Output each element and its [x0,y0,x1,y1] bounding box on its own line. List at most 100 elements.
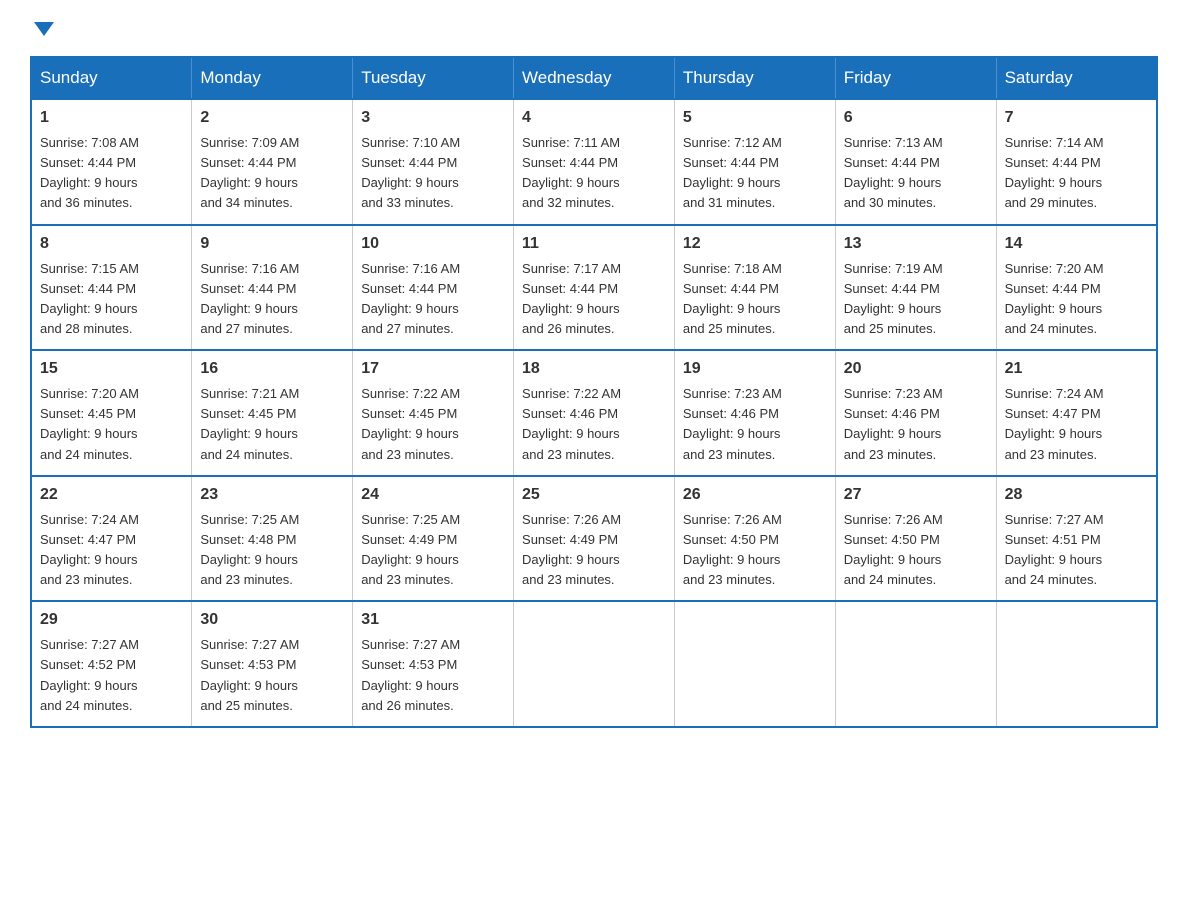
day-number: 13 [844,232,988,256]
day-number: 12 [683,232,827,256]
page-header [30,20,1158,36]
calendar-cell: 21 Sunrise: 7:24 AMSunset: 4:47 PMDayligh… [996,350,1157,476]
day-info: Sunrise: 7:23 AMSunset: 4:46 PMDaylight:… [844,384,988,465]
calendar-week-row: 22 Sunrise: 7:24 AMSunset: 4:47 PMDayligh… [31,476,1157,602]
calendar-cell: 5 Sunrise: 7:12 AMSunset: 4:44 PMDaylight… [674,99,835,225]
day-info: Sunrise: 7:26 AMSunset: 4:49 PMDaylight:… [522,510,666,591]
day-info: Sunrise: 7:24 AMSunset: 4:47 PMDaylight:… [40,510,183,591]
calendar-cell: 14 Sunrise: 7:20 AMSunset: 4:44 PMDayligh… [996,225,1157,351]
calendar-cell: 20 Sunrise: 7:23 AMSunset: 4:46 PMDayligh… [835,350,996,476]
day-number: 22 [40,483,183,507]
calendar-week-row: 15 Sunrise: 7:20 AMSunset: 4:45 PMDayligh… [31,350,1157,476]
day-number: 27 [844,483,988,507]
day-number: 8 [40,232,183,256]
calendar-cell: 7 Sunrise: 7:14 AMSunset: 4:44 PMDaylight… [996,99,1157,225]
calendar-cell: 17 Sunrise: 7:22 AMSunset: 4:45 PMDayligh… [353,350,514,476]
calendar-cell: 31Sunrise: 7:27 AMSunset: 4:53 PMDayligh… [353,601,514,727]
day-number: 20 [844,357,988,381]
calendar-cell: 12 Sunrise: 7:18 AMSunset: 4:44 PMDayligh… [674,225,835,351]
day-info: Sunrise: 7:20 AMSunset: 4:45 PMDaylight:… [40,384,183,465]
day-info: Sunrise: 7:24 AMSunset: 4:47 PMDaylight:… [1005,384,1148,465]
day-number: 1 [40,106,183,130]
calendar-cell: 30 Sunrise: 7:27 AMSunset: 4:53 PMDayligh… [192,601,353,727]
weekday-header-monday: Monday [192,57,353,99]
day-number: 9 [200,232,344,256]
day-number: 19 [683,357,827,381]
logo [30,20,54,36]
calendar-cell: 18Sunrise: 7:22 AMSunset: 4:46 PMDayligh… [514,350,675,476]
calendar-cell: 29 Sunrise: 7:27 AMSunset: 4:52 PMDayligh… [31,601,192,727]
day-info: Sunrise: 7:16 AMSunset: 4:44 PMDaylight:… [200,259,344,340]
calendar-cell: 11Sunrise: 7:17 AMSunset: 4:44 PMDayligh… [514,225,675,351]
day-number: 4 [522,106,666,130]
calendar-cell [514,601,675,727]
calendar-cell [835,601,996,727]
weekday-header-thursday: Thursday [674,57,835,99]
calendar-cell: 19 Sunrise: 7:23 AMSunset: 4:46 PMDayligh… [674,350,835,476]
day-info: Sunrise: 7:27 AMSunset: 4:53 PMDaylight:… [200,635,344,716]
day-info: Sunrise: 7:14 AMSunset: 4:44 PMDaylight:… [1005,133,1148,214]
day-info: Sunrise: 7:09 AMSunset: 4:44 PMDaylight:… [200,133,344,214]
day-number: 25 [522,483,666,507]
day-number: 31 [361,608,505,632]
logo-blue-text [30,20,54,36]
logo-triangle-icon [34,22,54,36]
calendar-cell: 22 Sunrise: 7:24 AMSunset: 4:47 PMDayligh… [31,476,192,602]
day-number: 24 [361,483,505,507]
day-number: 28 [1005,483,1148,507]
weekday-header-saturday: Saturday [996,57,1157,99]
day-info: Sunrise: 7:22 AMSunset: 4:46 PMDaylight:… [522,384,666,465]
day-info: Sunrise: 7:23 AMSunset: 4:46 PMDaylight:… [683,384,827,465]
calendar-cell: 23 Sunrise: 7:25 AMSunset: 4:48 PMDayligh… [192,476,353,602]
day-info: Sunrise: 7:25 AMSunset: 4:48 PMDaylight:… [200,510,344,591]
day-number: 26 [683,483,827,507]
calendar-cell: 28 Sunrise: 7:27 AMSunset: 4:51 PMDayligh… [996,476,1157,602]
day-number: 15 [40,357,183,381]
calendar-cell: 26 Sunrise: 7:26 AMSunset: 4:50 PMDayligh… [674,476,835,602]
day-info: Sunrise: 7:17 AMSunset: 4:44 PMDaylight:… [522,259,666,340]
day-info: Sunrise: 7:21 AMSunset: 4:45 PMDaylight:… [200,384,344,465]
day-info: Sunrise: 7:16 AMSunset: 4:44 PMDaylight:… [361,259,505,340]
day-info: Sunrise: 7:15 AMSunset: 4:44 PMDaylight:… [40,259,183,340]
calendar-week-row: 29 Sunrise: 7:27 AMSunset: 4:52 PMDayligh… [31,601,1157,727]
weekday-header-friday: Friday [835,57,996,99]
day-info: Sunrise: 7:12 AMSunset: 4:44 PMDaylight:… [683,133,827,214]
day-info: Sunrise: 7:26 AMSunset: 4:50 PMDaylight:… [683,510,827,591]
day-info: Sunrise: 7:18 AMSunset: 4:44 PMDaylight:… [683,259,827,340]
calendar-cell [674,601,835,727]
day-info: Sunrise: 7:25 AMSunset: 4:49 PMDaylight:… [361,510,505,591]
day-number: 17 [361,357,505,381]
day-number: 10 [361,232,505,256]
day-number: 14 [1005,232,1148,256]
day-info: Sunrise: 7:27 AMSunset: 4:51 PMDaylight:… [1005,510,1148,591]
day-number: 7 [1005,106,1148,130]
weekday-header-wednesday: Wednesday [514,57,675,99]
day-number: 30 [200,608,344,632]
calendar-cell: 8 Sunrise: 7:15 AMSunset: 4:44 PMDaylight… [31,225,192,351]
day-info: Sunrise: 7:11 AMSunset: 4:44 PMDaylight:… [522,133,666,214]
day-info: Sunrise: 7:13 AMSunset: 4:44 PMDaylight:… [844,133,988,214]
day-number: 21 [1005,357,1148,381]
calendar-cell: 27 Sunrise: 7:26 AMSunset: 4:50 PMDayligh… [835,476,996,602]
day-info: Sunrise: 7:27 AMSunset: 4:52 PMDaylight:… [40,635,183,716]
calendar-cell: 24 Sunrise: 7:25 AMSunset: 4:49 PMDayligh… [353,476,514,602]
day-info: Sunrise: 7:08 AMSunset: 4:44 PMDaylight:… [40,133,183,214]
day-number: 2 [200,106,344,130]
day-number: 3 [361,106,505,130]
day-info: Sunrise: 7:20 AMSunset: 4:44 PMDaylight:… [1005,259,1148,340]
day-number: 5 [683,106,827,130]
calendar-cell: 25 Sunrise: 7:26 AMSunset: 4:49 PMDayligh… [514,476,675,602]
calendar-week-row: 8 Sunrise: 7:15 AMSunset: 4:44 PMDaylight… [31,225,1157,351]
calendar-cell: 3Sunrise: 7:10 AMSunset: 4:44 PMDaylight… [353,99,514,225]
calendar-cell: 15 Sunrise: 7:20 AMSunset: 4:45 PMDayligh… [31,350,192,476]
day-info: Sunrise: 7:19 AMSunset: 4:44 PMDaylight:… [844,259,988,340]
day-info: Sunrise: 7:26 AMSunset: 4:50 PMDaylight:… [844,510,988,591]
day-number: 23 [200,483,344,507]
calendar-cell: 1 Sunrise: 7:08 AMSunset: 4:44 PMDaylight… [31,99,192,225]
day-number: 29 [40,608,183,632]
day-number: 16 [200,357,344,381]
weekday-header-sunday: Sunday [31,57,192,99]
day-info: Sunrise: 7:22 AMSunset: 4:45 PMDaylight:… [361,384,505,465]
calendar-cell: 6Sunrise: 7:13 AMSunset: 4:44 PMDaylight… [835,99,996,225]
weekday-header-tuesday: Tuesday [353,57,514,99]
